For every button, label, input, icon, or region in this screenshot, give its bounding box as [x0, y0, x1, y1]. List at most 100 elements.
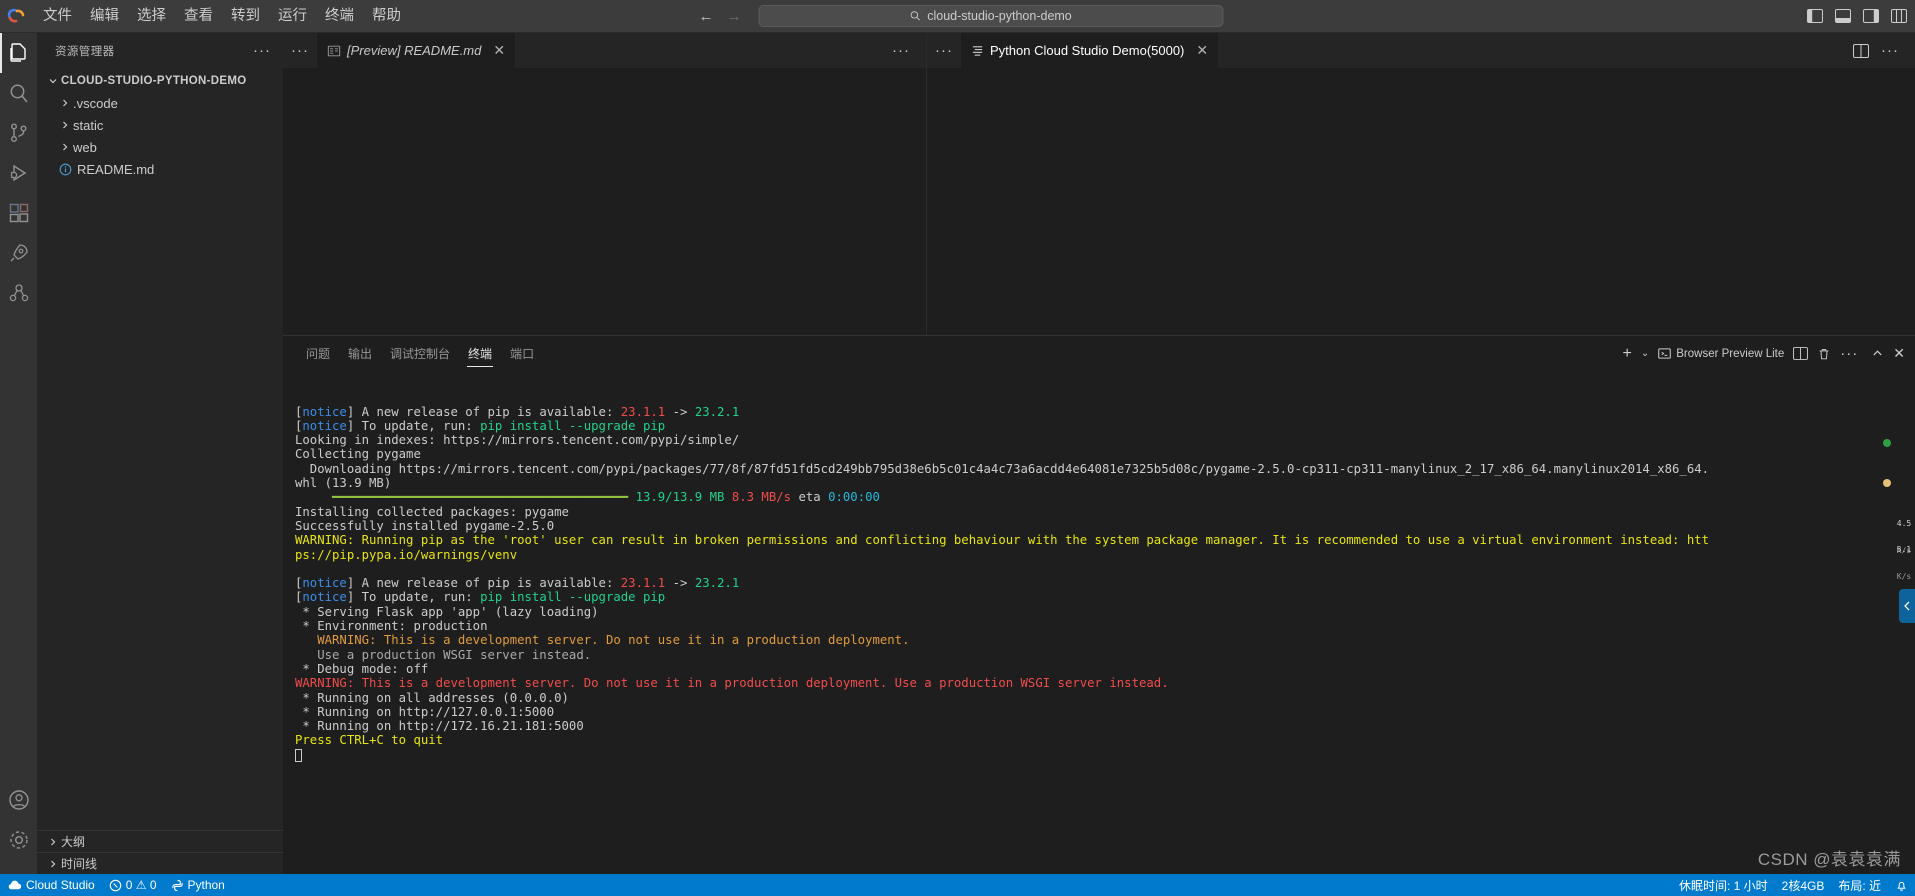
menu-item-view[interactable]: 查看 — [175, 0, 222, 33]
menu-item-selection[interactable]: 选择 — [128, 0, 175, 33]
terminal-line: * Running on http://172.16.21.181:5000 — [295, 719, 1915, 733]
activity-item-accounts[interactable] — [0, 780, 37, 820]
panel-tab-output[interactable]: 输出 — [339, 336, 381, 371]
file-tree: CLOUD-STUDIO-PYTHON-DEMO .vscode static — [37, 68, 283, 180]
chevron-right-icon — [57, 142, 73, 152]
status-layout[interactable]: 布局: 近 — [1831, 874, 1888, 896]
sidebar-section-timeline[interactable]: 时间线 — [37, 852, 283, 874]
terminal-line: * Running on all addresses (0.0.0.0) — [295, 691, 1915, 705]
title-bar: 文件 编辑 选择 查看 转到 运行 终端 帮助 ← → cloud-studio… — [0, 0, 1915, 33]
tab-readme-preview[interactable]: [Preview] README.md ✕ — [317, 33, 517, 68]
editor-actions-more[interactable]: ··· — [1881, 42, 1903, 59]
gear-icon — [7, 828, 31, 852]
editor-group-right: ··· Python Cloud Studio Demo(5000) ✕ ··· — [927, 33, 1915, 335]
new-terminal-icon[interactable]: + — [1623, 345, 1632, 363]
activity-item-source-control[interactable] — [0, 113, 37, 153]
panel-more-actions[interactable]: ··· — [1840, 345, 1862, 362]
split-terminal-icon[interactable] — [1793, 347, 1809, 360]
files-icon — [7, 41, 31, 65]
menu-item-edit[interactable]: 编辑 — [81, 0, 128, 33]
tree-root-label: CLOUD-STUDIO-PYTHON-DEMO — [61, 75, 247, 87]
activity-bar — [0, 33, 37, 874]
browser-preview-lite-button[interactable]: Browser Preview Lite — [1658, 347, 1784, 360]
tab-bar-left-more[interactable]: ··· — [283, 33, 317, 68]
terminal-output[interactable]: [notice] A new release of pip is availab… — [283, 371, 1915, 874]
tree-item-vscode[interactable]: .vscode — [37, 92, 283, 114]
menu-item-go[interactable]: 转到 — [222, 0, 269, 33]
panel-header: 问题 输出 调试控制台 终端 端口 + ⌄ Browser Preview Li… — [283, 336, 1915, 371]
editor-actions-more[interactable]: ··· — [892, 42, 914, 59]
menu-item-file[interactable]: 文件 — [34, 0, 81, 33]
terminal-line: Looking in indexes: https://mirrors.tenc… — [295, 433, 1915, 447]
menu-item-run[interactable]: 运行 — [269, 0, 316, 33]
panel-tab-debug-console[interactable]: 调试控制台 — [381, 336, 459, 371]
terminal-segment: * Serving Flask app 'app' (lazy loading) — [295, 604, 599, 619]
new-terminal-dropdown-icon[interactable]: ⌄ — [1641, 348, 1649, 359]
status-label: 0 ⚠ 0 — [125, 878, 157, 892]
status-bar-right: 休眠时间: 1 小时 2核4GB 布局: 近 — [1672, 874, 1915, 896]
terminal-segment: * Running on http://172.16.21.181:5000 — [295, 719, 584, 734]
lines-icon — [971, 44, 984, 57]
tree-item-static[interactable]: static — [37, 114, 283, 136]
kill-terminal-trash-icon[interactable] — [1817, 347, 1831, 361]
activity-item-rocket[interactable] — [0, 233, 37, 273]
status-spec[interactable]: 2核4GB — [1775, 874, 1832, 896]
status-python[interactable]: Python — [164, 874, 232, 896]
sidebar-header: 资源管理器 ··· — [37, 33, 283, 68]
tree-item-web[interactable]: web — [37, 136, 283, 158]
status-problems[interactable]: 0 ⚠ 0 — [102, 874, 164, 896]
chevron-right-icon — [57, 120, 73, 130]
readme-preview-canvas[interactable] — [283, 68, 926, 335]
tab-bar-right-more[interactable]: ··· — [927, 33, 961, 68]
terminal-lines: [notice] A new release of pip is availab… — [295, 405, 1915, 762]
tree-item-readme[interactable]: README.md — [37, 158, 283, 180]
terminal-line: Downloading https://mirrors.tencent.com/… — [295, 462, 1915, 476]
terminal-segment: * Environment: production — [295, 619, 488, 634]
terminal-segment: * Running on all addresses (0.0.0.0) — [295, 690, 569, 705]
chevron-right-icon — [45, 859, 61, 869]
activity-item-explorer[interactable] — [0, 33, 37, 73]
terminal-line: whl (13.9 MB) — [295, 476, 1915, 490]
sidebar-section-label: 大纲 — [61, 835, 86, 849]
source-control-icon — [7, 121, 31, 145]
terminal-line: Collecting pygame — [295, 447, 1915, 461]
tab-python-cloud-studio-demo[interactable]: Python Cloud Studio Demo(5000) ✕ — [961, 33, 1220, 68]
terminal-segment: notice — [302, 576, 347, 591]
terminal-segment: Press CTRL+C to quit — [295, 733, 444, 748]
status-cloud-studio[interactable]: Cloud Studio — [0, 874, 102, 896]
close-panel-icon[interactable]: ✕ — [1893, 345, 1905, 362]
activity-item-settings[interactable] — [0, 820, 37, 860]
toggle-primary-sidebar-icon[interactable] — [1806, 8, 1823, 25]
status-notifications[interactable] — [1888, 874, 1915, 896]
panel-tab-problems[interactable]: 问题 — [297, 336, 339, 371]
terminal-segment: 13.9/13.9 MB — [635, 490, 725, 505]
navigate-back-icon[interactable]: ← — [692, 5, 720, 27]
panel-tab-ports[interactable]: 端口 — [501, 336, 543, 371]
activity-item-remote[interactable] — [0, 273, 37, 313]
maximize-panel-chevron-up-icon[interactable] — [1871, 347, 1884, 360]
panel-tab-terminal[interactable]: 终端 — [459, 336, 501, 371]
terminal-segment: WARNING: This is a development server. D… — [295, 633, 910, 648]
terminal-segment: Use a production WSGI server instead. — [295, 647, 592, 662]
tree-root-folder[interactable]: CLOUD-STUDIO-PYTHON-DEMO — [37, 70, 283, 92]
demo-webview-canvas[interactable] — [927, 68, 1915, 335]
customize-layout-icon[interactable] — [1890, 8, 1907, 25]
close-icon[interactable]: ✕ — [1196, 42, 1208, 59]
activity-item-extensions[interactable] — [0, 193, 37, 233]
menu-item-terminal[interactable]: 终端 — [316, 0, 363, 33]
vscode-window: 文件 编辑 选择 查看 转到 运行 终端 帮助 ← → cloud-studio… — [0, 0, 1915, 896]
status-label: Cloud Studio — [26, 878, 95, 892]
sidebar-section-outline[interactable]: 大纲 — [37, 830, 283, 852]
split-editor-icon[interactable] — [1853, 43, 1869, 58]
status-sleep-time[interactable]: 休眠时间: 1 小时 — [1672, 874, 1775, 896]
menu-item-help[interactable]: 帮助 — [363, 0, 410, 33]
close-icon[interactable]: ✕ — [493, 42, 505, 59]
activity-item-run-debug[interactable] — [0, 153, 37, 193]
side-peek-toggle[interactable] — [1899, 589, 1915, 623]
toggle-secondary-sidebar-icon[interactable] — [1862, 8, 1879, 25]
command-center[interactable]: cloud-studio-python-demo — [758, 5, 1223, 27]
activity-item-search[interactable] — [0, 73, 37, 113]
navigate-forward-icon[interactable]: → — [720, 5, 748, 27]
sidebar-more-actions[interactable]: ··· — [253, 42, 275, 59]
toggle-panel-icon[interactable] — [1834, 8, 1851, 25]
